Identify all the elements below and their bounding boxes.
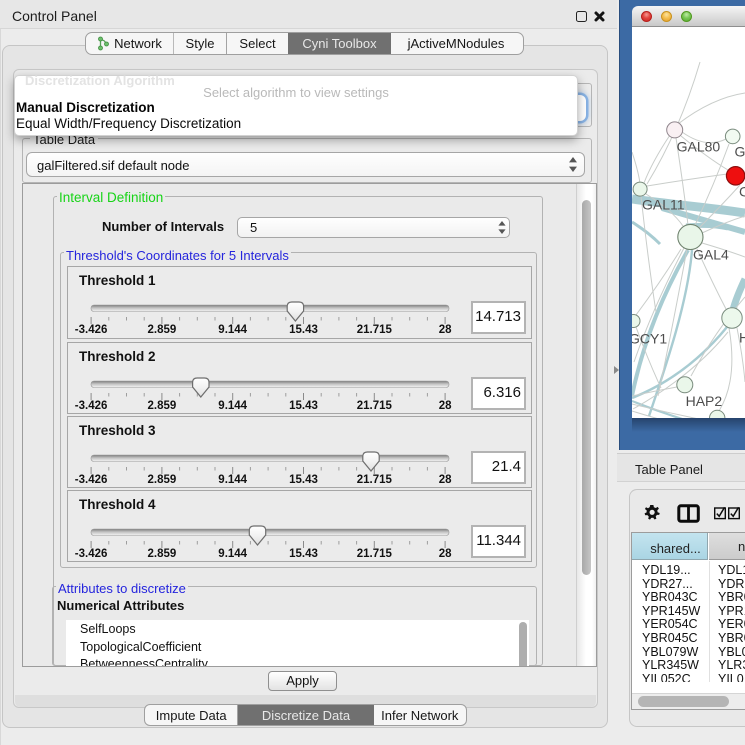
svg-text:GCY1: GCY1: [632, 331, 667, 347]
svg-text:-3.426: -3.426: [75, 548, 108, 560]
svg-text:28: 28: [439, 324, 452, 336]
svg-text:15.43: 15.43: [289, 400, 318, 412]
svg-text:2.859: 2.859: [148, 400, 177, 412]
svg-text:15.43: 15.43: [289, 548, 318, 560]
svg-text:2.859: 2.859: [148, 324, 177, 336]
svg-text:GAL4: GAL4: [693, 247, 729, 263]
svg-text:C: C: [739, 183, 745, 199]
svg-text:-3.426: -3.426: [75, 474, 108, 486]
svg-text:21.715: 21.715: [357, 474, 393, 486]
svg-text:HAP2: HAP2: [686, 393, 723, 409]
svg-text:9.144: 9.144: [218, 400, 247, 412]
svg-text:28: 28: [439, 400, 452, 412]
svg-text:GAL11: GAL11: [642, 197, 685, 213]
svg-text:9.144: 9.144: [218, 474, 247, 486]
svg-text:15.43: 15.43: [289, 324, 318, 336]
svg-text:9.144: 9.144: [218, 548, 247, 560]
svg-text:H: H: [739, 330, 745, 346]
svg-text:2.859: 2.859: [148, 548, 177, 560]
svg-text:21.715: 21.715: [357, 400, 393, 412]
svg-text:15.43: 15.43: [289, 474, 318, 486]
svg-text:-3.426: -3.426: [75, 400, 108, 412]
svg-text:28: 28: [439, 474, 452, 486]
svg-text:-3.426: -3.426: [75, 324, 108, 336]
svg-text:G...: G...: [735, 143, 745, 159]
svg-text:21.715: 21.715: [357, 324, 393, 336]
svg-text:21.715: 21.715: [357, 548, 393, 560]
svg-text:GAL80: GAL80: [677, 139, 721, 155]
svg-text:9.144: 9.144: [218, 324, 247, 336]
svg-text:28: 28: [439, 548, 452, 560]
svg-text:2.859: 2.859: [148, 474, 177, 486]
